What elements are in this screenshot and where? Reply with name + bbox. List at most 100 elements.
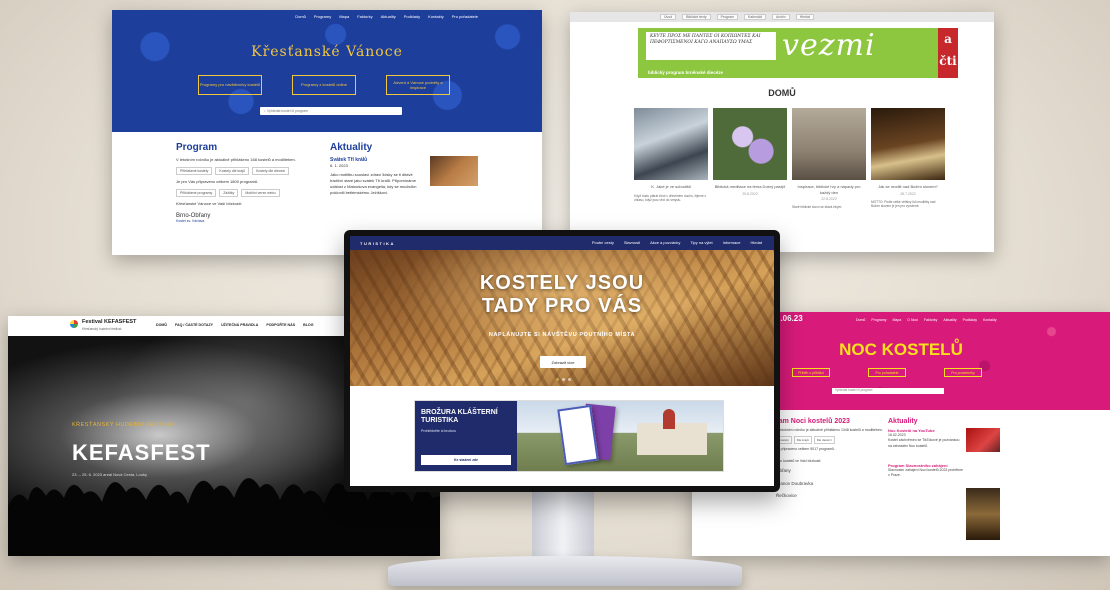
vac-card[interactable]: Jak se modlit nad Božím slovem? 28.7.202… (871, 108, 945, 210)
tu-promo-title: BROŽURA KLÁŠTERNÍ TURISTIKA (421, 409, 498, 425)
nk-tag[interactable]: Dle krajů (793, 436, 812, 445)
vac-card-image[interactable] (871, 108, 945, 180)
vac-topbar-item[interactable]: Hledat (795, 14, 814, 20)
vac-topbar-item[interactable]: Program (716, 14, 739, 20)
nk-nav-item[interactable]: Aktuality (943, 318, 956, 322)
nk-place[interactable]: Vranov Doubravka (776, 481, 886, 488)
tower-image (663, 409, 675, 429)
tu-logo[interactable]: TURISTIKA (360, 241, 395, 246)
tu-menu-item[interactable]: Akce a pozvánky (650, 240, 680, 245)
vac-card[interactable]: Inspirace, biblické hry a nápady pro kaž… (792, 108, 866, 210)
kv-nav-item[interactable]: Fakturky (357, 14, 372, 19)
kv-nav-item[interactable]: Pro pořadatele (452, 14, 478, 19)
kv-city-sub[interactable]: Kostel sv. Václava (176, 219, 316, 223)
kv-hero-button[interactable]: Programy z kostelů online (292, 75, 356, 95)
nk-nav-item[interactable]: O Noci (907, 318, 918, 322)
kf-logo-icon[interactable] (70, 320, 78, 328)
vac-card-image[interactable] (792, 108, 866, 180)
tu-promo-box: BROŽURA KLÁŠTERNÍ TURISTIKA Prohlédněte … (415, 401, 517, 471)
nk-tag[interactable]: Dle diecézí (813, 436, 835, 445)
tu-subline: NAPLÁNUJTE SI NÁVŠTĚVU POUTNÍHO MÍSTA (488, 332, 636, 338)
kv-nav-item[interactable]: Aktuality (381, 14, 396, 19)
carousel-dot-icon[interactable] (568, 378, 571, 381)
tu-menu-item[interactable]: Tipy na výlet (690, 240, 712, 245)
kv-tag[interactable]: Kostely dle krajů (215, 167, 250, 175)
tu-promo-button[interactable]: Ke stažení zde (421, 455, 511, 465)
vac-card-image[interactable] (634, 108, 708, 180)
tu-carousel-dots[interactable] (556, 378, 571, 381)
nk-hero-button[interactable]: Pro prosebníky (944, 368, 982, 377)
kv-tag[interactable]: Kostely dle diecézí (252, 167, 290, 175)
kv-nav-item[interactable]: Mapa (339, 14, 349, 19)
vac-card-text: Když budu pátrat život v dřevěném duchu,… (634, 193, 707, 203)
kv-tag[interactable]: Přihlášené programy (176, 189, 217, 197)
vac-topbar: Úvod Biblické texty Program Kalendář Arc… (570, 12, 994, 22)
vac-topbar-item[interactable]: Archiv (772, 14, 790, 20)
vac-card-title[interactable]: Inspirace, biblické hry a nápady pro kaž… (792, 184, 866, 195)
vac-brand-red: a čti (938, 28, 958, 78)
nk-place[interactable]: Řečkovice (776, 493, 886, 500)
tu-hero-button[interactable]: Zobrazit více (540, 356, 586, 368)
tu-menu-item[interactable]: Informace (723, 240, 741, 245)
kv-tag[interactable]: Přihlášené kostely (176, 167, 213, 175)
monitor-stand-neck (532, 492, 594, 556)
vac-card-title[interactable]: Jak se modlit nad Božím slovem? (871, 184, 945, 190)
nk-news-image[interactable] (966, 428, 1000, 452)
kv-nav-item[interactable]: Podklady (404, 14, 420, 19)
nk-nav-item[interactable]: Fakturky (924, 318, 937, 322)
vac-topbar-item[interactable]: Úvod (660, 14, 677, 20)
vac-home-heading[interactable]: DOMŮ (570, 88, 994, 98)
tu-topbar: TURISTIKA Poutní cesty Slavnosti Akce a … (350, 236, 774, 250)
kv-hero-button[interactable]: Advent a Vánoce podněty a inspirace (386, 75, 450, 95)
nk-news-image[interactable] (966, 488, 1000, 540)
carousel-dot-icon[interactable] (556, 378, 559, 381)
kv-nav-item[interactable]: Kontakty (428, 14, 444, 19)
nk-hero-button[interactable]: Příběh o přibližci (792, 368, 830, 377)
nk-search-input[interactable]: Vyhledat kostel či program (832, 388, 944, 394)
nk-nav-item[interactable]: Programy (871, 318, 886, 322)
nk-nav-item[interactable]: Domů (856, 318, 865, 322)
nk-nav-item[interactable]: Mapa (893, 318, 902, 322)
vac-card-image[interactable] (713, 108, 787, 180)
vac-cards: K. Jaké je ve schodišti Když budu pátrat… (634, 108, 945, 210)
vac-card-date: 28.7.2022 (900, 191, 916, 196)
nk-nav-item[interactable]: Podklady (963, 318, 977, 322)
tu-menu-item[interactable]: Hledat (750, 240, 762, 245)
vezmi-a-cti-panel: Úvod Biblické texty Program Kalendář Arc… (570, 12, 994, 252)
kf-menu-item[interactable]: FAQ / ČASTÉ DOTAZY (175, 323, 213, 327)
tu-menu-item[interactable]: Slavnosti (624, 240, 640, 245)
kv-tag[interactable]: Mobilní verze webu (241, 189, 280, 197)
kv-hero-button[interactable]: Programy pro návštěvníky kostelů (198, 75, 262, 95)
nk-program-column: ram Noci kostelů 2023 V letošním ročníku… (776, 418, 886, 500)
vac-card[interactable]: Biblická meditace na téma Dobrý pastýř 2… (713, 108, 787, 210)
nk-nav-item[interactable]: Kontakty (983, 318, 997, 322)
kv-nav-item[interactable]: Domů (295, 14, 306, 19)
nk-hero-button[interactable]: Pro pořadatele (868, 368, 906, 377)
monitor: TURISTIKA Poutní cesty Slavnosti Akce a … (344, 230, 780, 492)
tu-promo-sub: Prohlédněte si brožuru (421, 429, 457, 434)
nk-news-text: Slavnostní zahájení Noci kostelů 2023 pr… (888, 467, 964, 477)
vac-topbar-item[interactable]: Kalendář (744, 14, 767, 20)
kf-menu-item[interactable]: BLOG (303, 323, 313, 327)
vac-card-title[interactable]: K. Jaké je ve schodišti (634, 184, 708, 190)
carousel-dot-icon[interactable] (562, 378, 565, 381)
kf-menu-item[interactable]: UŽITEČNÁ PRAVIDLA (221, 323, 258, 327)
tu-menu-item[interactable]: Poutní cesty (592, 240, 614, 245)
vac-card-title[interactable]: Biblická meditace na téma Dobrý pastýř (713, 184, 787, 190)
kf-menu-item[interactable]: DOMŮ (156, 323, 167, 327)
kv-hero: Domů Programy Mapa Fakturky Aktuality Po… (112, 10, 542, 132)
kv-nav-item[interactable]: Programy (314, 14, 331, 19)
kv-search-placeholder: Vyhledat kostel či program (266, 109, 309, 113)
vac-banner[interactable]: ΚΕΥΤΕ ΠΡΟΣ ΜΕ ΠΑΝΤΕΣ ΟΙ ΚΟΠΙΩΝΤΕΣ ΚΑΙ ΠΕ… (638, 28, 938, 78)
vac-card[interactable]: K. Jaké je ve schodišti Když budu pátrat… (634, 108, 708, 210)
kv-news-image[interactable] (430, 156, 478, 186)
kf-menu-item[interactable]: PODPOŘTE NÁS (266, 323, 295, 327)
kv-search-input[interactable]: ⌕ Vyhledat kostel či program (260, 107, 402, 115)
vac-topbar-item[interactable]: Biblické texty (682, 14, 711, 20)
tu-hero: KOSTELY JSOU TADY PRO VÁS NAPLÁNUJTE SI … (350, 250, 774, 386)
kf-brand[interactable]: Festival KEFASFEST (82, 319, 136, 325)
nk-place[interactable]: Obřany (776, 468, 886, 475)
kv-tag[interactable]: Zážitky (219, 189, 239, 197)
nk-nav: Domů Programy Mapa O Noci Fakturky Aktua… (856, 318, 997, 322)
vac-greek-quote: ΚΕΥΤΕ ΠΡΟΣ ΜΕ ΠΑΝΤΕΣ ΟΙ ΚΟΠΙΩΝΤΕΣ ΚΑΙ ΠΕ… (646, 32, 776, 60)
